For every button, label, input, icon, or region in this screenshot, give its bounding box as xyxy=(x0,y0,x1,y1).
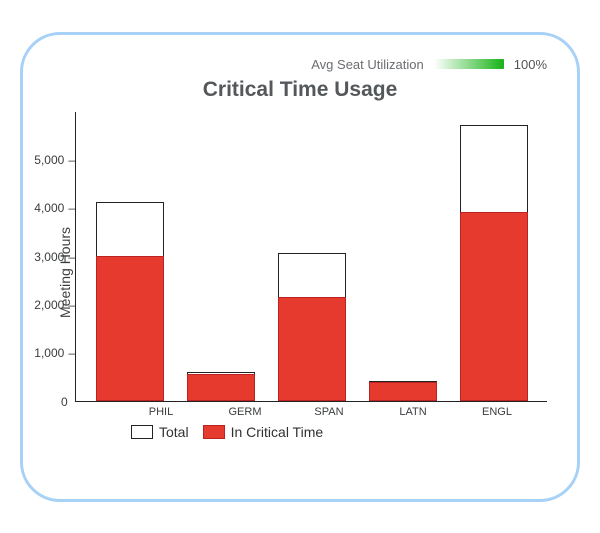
bar-total xyxy=(187,372,255,401)
bar-column xyxy=(278,253,346,400)
swatch-critical xyxy=(203,425,225,439)
bar-critical xyxy=(187,374,255,401)
avg-seat-util-label: Avg Seat Utilization xyxy=(311,57,424,72)
bar-column xyxy=(96,202,164,400)
x-tick: ENGL xyxy=(463,406,531,418)
legend-top: Avg Seat Utilization 100% xyxy=(53,57,547,72)
bar-critical xyxy=(96,256,164,401)
legend-item-total: Total xyxy=(131,424,189,440)
legend-label-total: Total xyxy=(159,424,189,440)
bar-critical xyxy=(369,382,437,400)
x-tick: PHIL xyxy=(127,406,195,418)
bar-total xyxy=(369,381,437,400)
gradient-swatch xyxy=(434,59,504,69)
x-axis-labels: PHIL GERM SPAN LATN ENGL xyxy=(111,402,547,418)
bar-critical xyxy=(460,212,528,401)
bar-critical xyxy=(278,297,346,401)
bar-column xyxy=(369,381,437,400)
legend: Total In Critical Time xyxy=(131,424,547,440)
plot-area: Meeting Hours 5,000– 4,000– 3,000– 2,000… xyxy=(53,112,547,402)
avg-seat-util-value: 100% xyxy=(514,57,547,72)
legend-item-critical: In Critical Time xyxy=(203,424,324,440)
bars-region xyxy=(75,112,547,402)
bar-total xyxy=(96,202,164,400)
swatch-total xyxy=(131,425,153,439)
legend-label-critical: In Critical Time xyxy=(231,424,324,440)
bar-total xyxy=(460,125,528,401)
bar-column xyxy=(460,125,528,401)
chart-title: Critical Time Usage xyxy=(53,78,547,102)
chart-card: Avg Seat Utilization 100% Critical Time … xyxy=(20,32,580,502)
bar-column xyxy=(187,372,255,401)
bar-total xyxy=(278,253,346,400)
x-tick: SPAN xyxy=(295,406,363,418)
x-tick: LATN xyxy=(379,406,447,418)
x-tick: GERM xyxy=(211,406,279,418)
